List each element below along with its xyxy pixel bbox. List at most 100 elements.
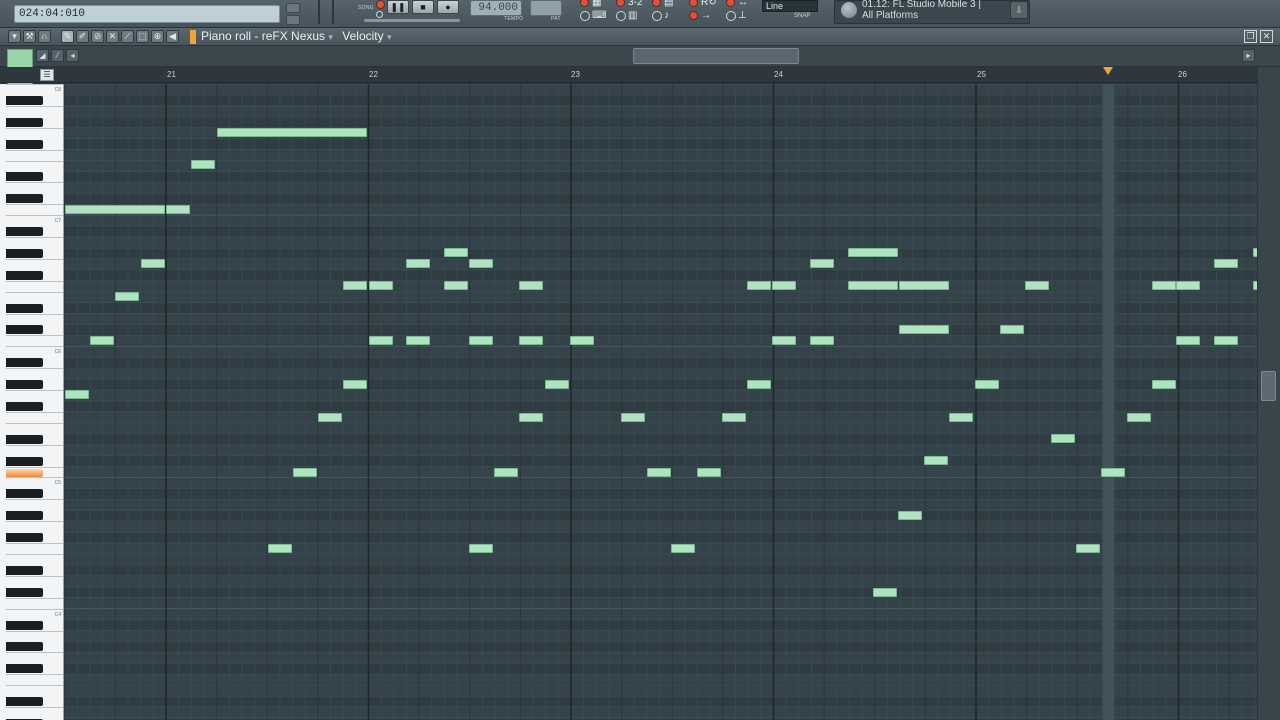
midi-note[interactable] (772, 281, 796, 290)
midi-note[interactable] (1076, 544, 1100, 553)
black-key[interactable] (6, 511, 43, 521)
black-key[interactable] (6, 172, 43, 182)
tools-icon[interactable]: ⚒ (23, 30, 36, 43)
event-view-selector[interactable]: Velocity (342, 29, 383, 43)
timeline-ruler[interactable]: ☰ 21 22 23 24 25 26 (0, 67, 1280, 83)
midi-note[interactable] (924, 456, 948, 465)
snap-selector[interactable]: Line (762, 0, 818, 12)
midi-note[interactable] (545, 380, 569, 389)
draw-tool-icon[interactable]: ⁄ (51, 49, 64, 62)
black-key[interactable] (6, 456, 43, 466)
black-key[interactable] (6, 642, 43, 652)
paint-brush-icon[interactable]: ✐ (76, 30, 89, 43)
midi-note[interactable] (343, 380, 367, 389)
mute-tool-icon[interactable]: ✕ (106, 30, 119, 43)
midi-note[interactable] (772, 336, 796, 345)
note-grid[interactable] (64, 84, 1257, 720)
midi-note[interactable] (747, 380, 771, 389)
delete-tool-icon[interactable]: ⊘ (91, 30, 104, 43)
download-icon[interactable]: ⇩ (1010, 1, 1028, 19)
midi-note[interactable] (268, 544, 292, 553)
midi-note[interactable] (1214, 259, 1238, 268)
midi-note[interactable] (570, 336, 594, 345)
step-edit-led[interactable] (652, 0, 661, 7)
pencil-icon[interactable]: ✎ (61, 30, 74, 43)
midi-note[interactable] (519, 336, 543, 345)
playhead-marker-icon[interactable] (1103, 67, 1113, 75)
midi-note[interactable] (747, 281, 771, 290)
midi-note[interactable] (1214, 336, 1238, 345)
midi-note[interactable] (469, 544, 493, 553)
options-menu-icon[interactable]: ▾ (8, 30, 21, 43)
piano-roll-title[interactable]: Piano roll - reFX Nexus ▾ Velocity ▾ (201, 29, 392, 43)
multilink-radio[interactable] (726, 11, 736, 21)
midi-note[interactable] (65, 390, 89, 399)
midi-note[interactable] (115, 292, 139, 301)
midi-note[interactable] (848, 248, 898, 257)
select-tool-icon[interactable]: ⬚ (136, 30, 149, 43)
midi-note[interactable] (469, 259, 493, 268)
vertical-scroll-thumb[interactable] (1261, 371, 1276, 401)
automation-radio[interactable] (652, 11, 662, 21)
black-key[interactable] (6, 270, 43, 280)
midi-note[interactable] (899, 281, 949, 290)
wait-radio[interactable] (616, 11, 626, 21)
piano-keyboard[interactable]: C8 C7 C6 C5 C4 (0, 84, 64, 720)
black-key[interactable] (6, 194, 43, 204)
midi-note[interactable] (65, 205, 165, 214)
song-mode-radio[interactable] (376, 11, 383, 18)
scroll-left-icon[interactable]: ◂ (66, 49, 79, 62)
midi-note[interactable] (810, 336, 834, 345)
midi-note[interactable] (810, 259, 834, 268)
midi-note[interactable] (369, 281, 393, 290)
typing-keyboard-radio[interactable] (580, 11, 590, 21)
midi-note[interactable] (293, 468, 317, 477)
black-key[interactable] (6, 303, 43, 313)
playback-tool-icon[interactable]: ◀ (166, 30, 179, 43)
horizontal-scroll-thumb[interactable] (633, 48, 799, 64)
black-key[interactable] (6, 533, 43, 543)
midi-note[interactable] (1176, 281, 1200, 290)
panel-toggle-button[interactable] (286, 3, 300, 13)
black-key[interactable] (6, 587, 43, 597)
midi-note[interactable] (1000, 325, 1024, 334)
black-key[interactable] (6, 358, 43, 368)
countdown-led[interactable] (616, 0, 625, 7)
tempo-display[interactable]: 94.000 (470, 0, 522, 16)
midi-note[interactable] (1101, 468, 1125, 477)
maximize-icon[interactable]: ❐ (1244, 30, 1257, 43)
loop-record-led[interactable] (689, 0, 698, 7)
midi-note[interactable] (519, 413, 543, 422)
midi-note[interactable] (621, 413, 645, 422)
midi-note[interactable] (1051, 434, 1075, 443)
black-key[interactable] (6, 489, 43, 499)
midi-note[interactable] (697, 468, 721, 477)
black-key[interactable] (6, 139, 43, 149)
midi-note[interactable] (519, 281, 543, 290)
midi-note[interactable] (873, 588, 897, 597)
midi-note[interactable] (318, 413, 342, 422)
midi-note[interactable] (949, 413, 973, 422)
pause-button[interactable]: ❚❚ (387, 0, 409, 14)
pattern-selector[interactable] (530, 0, 562, 16)
black-key[interactable] (6, 380, 43, 390)
news-panel[interactable]: 01.12: FL Studio Mobile 3 | All Platform… (834, 0, 1030, 24)
black-key[interactable] (6, 697, 43, 707)
midi-note[interactable] (1176, 336, 1200, 345)
record-button[interactable]: ● (437, 0, 459, 14)
midi-note[interactable] (406, 259, 430, 268)
instrument-name[interactable]: Piano roll - reFX Nexus (201, 29, 325, 43)
close-icon[interactable]: ✕ (1260, 30, 1273, 43)
black-key[interactable] (6, 117, 43, 127)
midi-note[interactable] (1127, 413, 1151, 422)
midi-note[interactable] (722, 413, 746, 422)
midi-note[interactable] (1025, 281, 1049, 290)
midi-note[interactable] (444, 248, 468, 257)
stamp-tool-icon[interactable]: ◢ (36, 49, 49, 62)
midi-note[interactable] (647, 468, 671, 477)
blend-led[interactable] (726, 0, 735, 7)
scroll-right-icon[interactable]: ▸ (1242, 49, 1255, 62)
midi-note[interactable] (1152, 281, 1176, 290)
slice-tool-icon[interactable]: ⟋ (121, 30, 134, 43)
black-key[interactable] (6, 434, 43, 444)
